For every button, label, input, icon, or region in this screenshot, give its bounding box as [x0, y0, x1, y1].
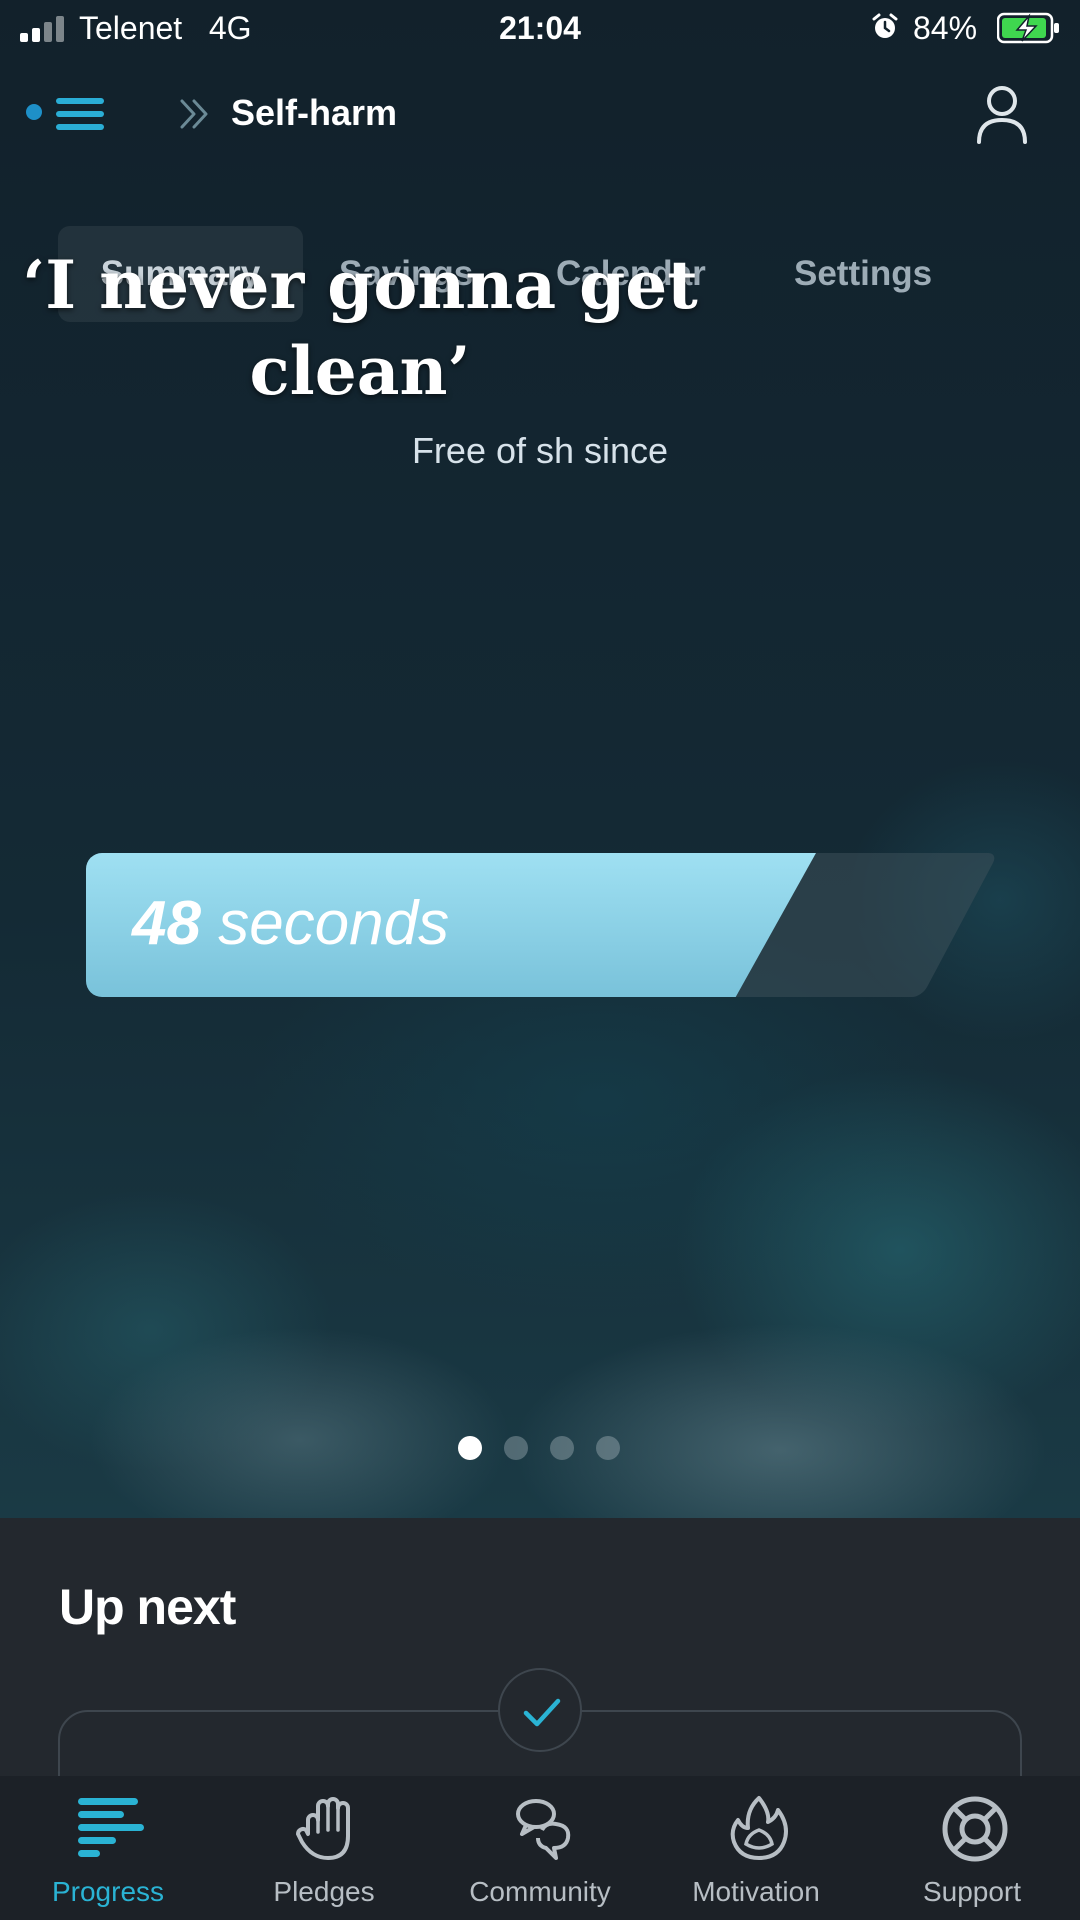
nav-community[interactable]: Community	[432, 1776, 648, 1920]
nav-community-label: Community	[469, 1876, 611, 1907]
tab-settings[interactable]: Settings	[794, 226, 932, 322]
timer-unit: seconds	[218, 889, 450, 958]
nav-motivation-label: Motivation	[692, 1876, 820, 1907]
battery-percent: 84%	[913, 10, 978, 46]
flame-icon	[730, 1796, 788, 1860]
nav-pledges[interactable]: Pledges	[216, 1776, 432, 1920]
chat-bubbles-icon	[516, 1799, 571, 1860]
checkmark-badge	[498, 1668, 582, 1752]
nav-progress[interactable]: Progress	[0, 1776, 216, 1920]
status-bar: Telenet 4G 21:04 84%	[0, 0, 1080, 58]
raised-hand-icon	[296, 1797, 350, 1860]
lifebuoy-icon	[942, 1796, 1008, 1862]
progress-bars-icon	[78, 1798, 144, 1857]
nav-support-label: Support	[922, 1876, 1022, 1907]
free-since-label: Free of sh since	[411, 430, 669, 471]
battery-charging-icon	[997, 12, 1059, 44]
timer-readout: 48 seconds	[132, 888, 449, 959]
page-dot[interactable]	[458, 1436, 482, 1460]
notification-dot	[26, 104, 42, 120]
page-dot[interactable]	[596, 1436, 620, 1460]
nav-progress-label: Progress	[51, 1876, 165, 1907]
user-profile-icon[interactable]	[976, 84, 1028, 144]
checkmark-icon	[523, 1698, 561, 1727]
up-next-heading: Up next	[59, 1579, 236, 1635]
page-title[interactable]: Self-harm	[231, 92, 397, 134]
nav-motivation[interactable]: Motivation	[648, 1776, 864, 1920]
page-dot[interactable]	[504, 1436, 528, 1460]
hamburger-menu-icon[interactable]	[56, 97, 104, 131]
bottom-tab-bar: Progress Pledges Community Motivation Su…	[0, 1776, 1080, 1920]
timer-value: 48	[132, 889, 201, 958]
page-dot[interactable]	[550, 1436, 574, 1460]
nav-pledges-label: Pledges	[273, 1876, 375, 1907]
alarm-clock-icon	[872, 13, 898, 38]
nav-support[interactable]: Support	[864, 1776, 1080, 1920]
double-chevron-icon	[180, 99, 208, 129]
overlay-caption: ‘I never gonna get clean’	[22, 246, 698, 410]
